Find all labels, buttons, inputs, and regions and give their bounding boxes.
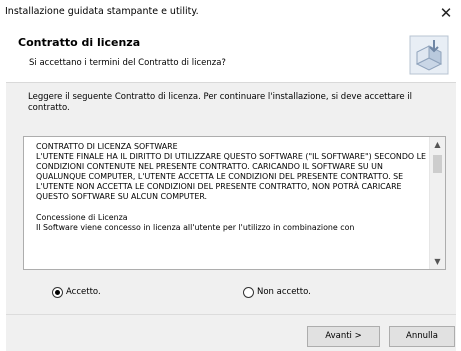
radio-selected-icon[interactable] bbox=[52, 286, 63, 298]
accept-radio[interactable]: Accetto. bbox=[52, 285, 101, 299]
next-button[interactable]: Avanti > bbox=[307, 326, 380, 347]
footer-divider bbox=[6, 314, 456, 315]
license-scrollbar[interactable]: ▲ ▼ bbox=[429, 137, 445, 269]
installer-box-icon bbox=[409, 35, 449, 75]
cancel-button[interactable]: Annulla bbox=[389, 326, 455, 347]
scroll-down-icon[interactable]: ▼ bbox=[430, 257, 445, 266]
decline-label[interactable]: Non accetto. bbox=[257, 287, 311, 297]
wizard-header: Contratto di licenza Si accettano i term… bbox=[6, 26, 456, 83]
license-text: CONTRATTO DI LICENZA SOFTWARE L'UTENTE F… bbox=[36, 142, 426, 232]
license-textbox[interactable]: CONTRATTO DI LICENZA SOFTWARE L'UTENTE F… bbox=[23, 136, 446, 270]
title-bar: Installazione guidata stampante e utilit… bbox=[0, 0, 461, 26]
page-title: Contratto di licenza bbox=[18, 36, 141, 49]
window-title: Installazione guidata stampante e utilit… bbox=[5, 6, 199, 17]
close-button[interactable]: ✕ bbox=[431, 0, 461, 26]
radio-unselected-icon[interactable] bbox=[243, 286, 254, 298]
decline-radio[interactable]: Non accetto. bbox=[243, 285, 311, 299]
scroll-thumb[interactable] bbox=[433, 155, 442, 173]
page-subtitle: Si accettano i termini del Contratto di … bbox=[29, 58, 226, 68]
intro-text: Leggere il seguente Contratto di licenza… bbox=[28, 92, 413, 113]
scroll-up-icon[interactable]: ▲ bbox=[430, 140, 445, 149]
accept-label[interactable]: Accetto. bbox=[66, 287, 101, 297]
